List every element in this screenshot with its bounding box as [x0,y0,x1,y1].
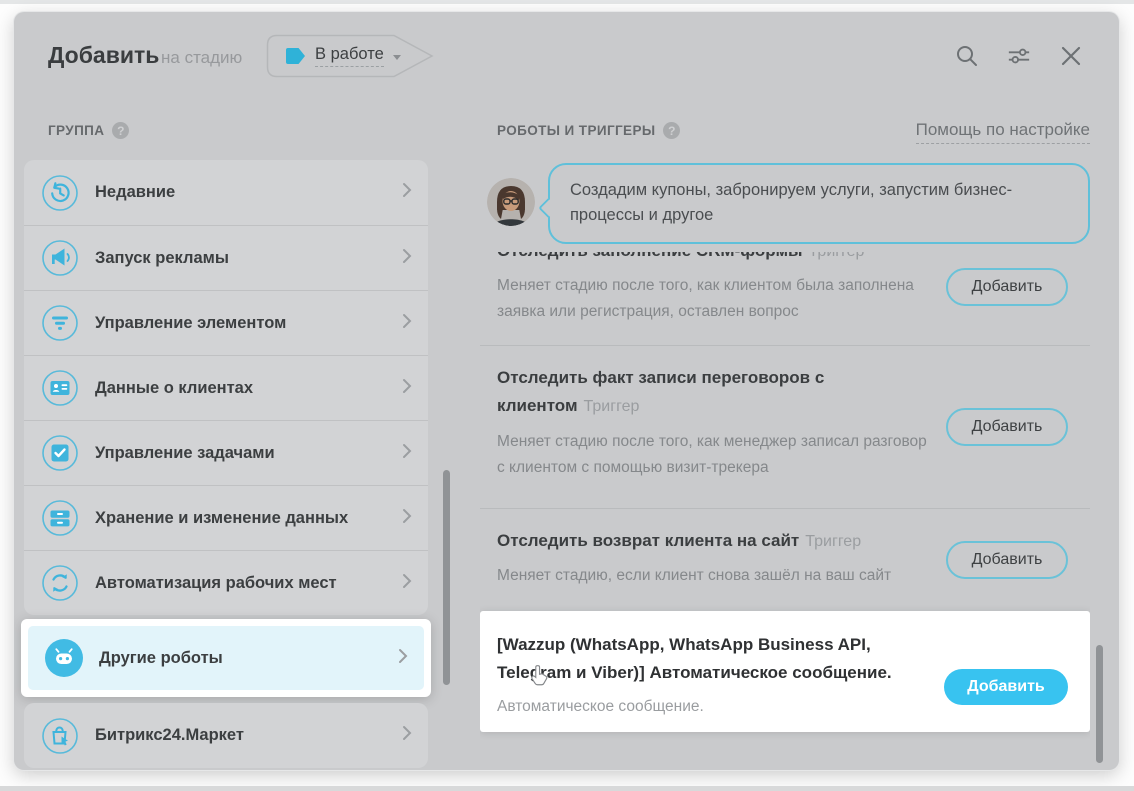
robot-row-wazzup-highlighted[interactable]: [Wazzup (WhatsApp, WhatsApp Business API… [480,611,1090,732]
chevron-right-icon [402,508,412,529]
sidebar-item-label: Автоматизация рабочих мест [95,574,402,593]
add-robot-dialog: Добавить на стадию В работе [14,12,1119,770]
market-icon [41,717,79,755]
robot-title: [Wazzup (WhatsApp, WhatsApp Business API… [497,631,930,687]
assistant-avatar [487,178,535,226]
robot-description: Меняет стадию после того, как менеджер з… [497,429,930,481]
sidebar-item-label: Другие роботы [99,649,398,668]
page: Добавить на стадию В работе [0,0,1134,791]
stage-label[interactable]: В работе [315,45,384,67]
history-icon [41,174,79,212]
sidebar-item-ads[interactable]: Запуск рекламы [24,225,428,290]
assistant-bubble: Создадим купоны, забронируем услуги, зап… [548,163,1090,244]
sidebar-item-label: Запуск рекламы [95,249,402,268]
robot-description: Меняет стадию, если клиент снова зашёл н… [497,563,930,589]
assistant-hint: Создадим купоны, забронируем услуги, зап… [487,163,1090,244]
robots-list: Отследить заполнение CRM-формы Триггер Ме… [480,250,1090,770]
close-icon[interactable] [1059,44,1083,68]
setup-help-link[interactable]: Помощь по настройке [916,120,1090,144]
sidebar-item-storage[interactable]: Хранение и изменение данных [24,485,428,550]
trigger-badge: Триггер [584,398,640,415]
sidebar-item-label: Недавние [95,183,402,202]
add-button-primary[interactable]: Добавить [944,669,1068,705]
sidebar-item-other-robots[interactable]: Другие роботы [28,626,424,690]
sidebar-item-tasks[interactable]: Управление задачами [24,420,428,485]
automation-icon [41,564,79,602]
filter-icon[interactable] [1007,44,1031,68]
group-section-label: ГРУППА [48,123,104,138]
sidebar-item-recent[interactable]: Недавние [24,160,428,225]
robot-row-site-return[interactable]: Отследить возврат клиента на сайт Триггер… [480,508,1090,611]
sidebar-item-automation[interactable]: Автоматизация рабочих мест [24,550,428,615]
sidebar-scrollbar[interactable] [443,470,450,685]
sidebar-item-label: Управление задачами [95,444,402,463]
robot-row-crm-form[interactable]: Отследить заполнение CRM-формы Триггер Ме… [480,250,1090,345]
chevron-right-icon [402,248,412,269]
sidebar-item-label: Битрикс24.Маркет [95,726,402,745]
clipped-title: Отследить заполнение CRM-формы Триггер [497,252,930,265]
dialog-subtitle: на стадию [161,48,242,68]
robot-title: Отследить факт записи переговоров с клие… [497,368,824,415]
chevron-right-icon [402,378,412,399]
sidebar-item-element[interactable]: Управление элементом [24,290,428,355]
chevron-down-icon [393,55,401,60]
add-button[interactable]: Добавить [946,541,1068,579]
bubble-tail [538,198,558,218]
sidebar-item-label: Данные о клиентах [95,379,402,398]
sidebar-item-market[interactable]: Битрикс24.Маркет [24,703,428,768]
trigger-badge: Триггер [805,533,861,550]
list-scrollbar[interactable] [1096,645,1103,763]
task-check-icon [41,434,79,472]
robots-section-label: РОБОТЫ И ТРИГГЕРЫ [497,123,655,138]
robots-help-icon[interactable]: ? [663,122,680,139]
group-help-icon[interactable]: ? [112,122,129,139]
storage-icon [41,499,79,537]
robot-title: Отследить возврат клиента на сайт [497,531,799,550]
stage-color-icon [286,48,305,64]
chevron-right-icon [398,648,408,669]
chevron-right-icon [402,313,412,334]
trigger-badge: Триггер [809,252,865,260]
megaphone-icon [41,239,79,277]
sidebar-item-label: Хранение и изменение данных [95,509,402,528]
stage-selector[interactable]: В работе [266,34,434,78]
chevron-right-icon [402,725,412,746]
robot-icon [45,639,83,677]
chevron-right-icon [402,182,412,203]
add-button[interactable]: Добавить [946,268,1068,306]
group-sidebar: Недавние Запуск рекламы Управление элеме… [24,160,428,768]
dialog-title: Добавить [48,42,159,69]
contact-card-icon [41,369,79,407]
chevron-right-icon [402,573,412,594]
chevron-right-icon [402,443,412,464]
add-button[interactable]: Добавить [946,408,1068,446]
sidebar-item-client-data[interactable]: Данные о клиентах [24,355,428,420]
page-bottom-edge [0,786,1134,791]
search-icon[interactable] [955,44,979,68]
assistant-message: Создадим купоны, забронируем услуги, зап… [570,181,1012,224]
robot-description: Автоматическое сообщение. [497,694,930,720]
sidebar-item-label: Управление элементом [95,314,402,333]
robot-title: Отследить заполнение CRM-формы [497,252,803,260]
page-top-edge [0,0,1134,4]
robot-description: Меняет стадию после того, как клиентом б… [497,273,930,325]
funnel-icon [41,304,79,342]
robot-row-call-record[interactable]: Отследить факт записи переговоров с клие… [480,345,1090,508]
sidebar-spotlight: Другие роботы [21,619,431,697]
